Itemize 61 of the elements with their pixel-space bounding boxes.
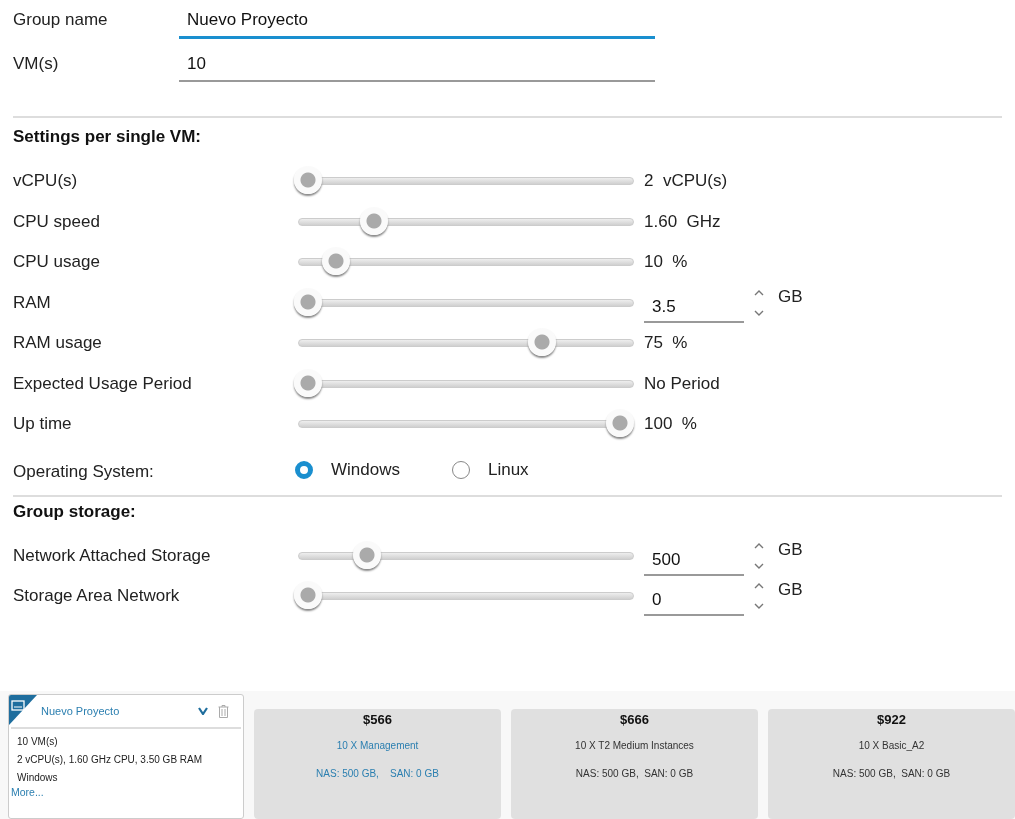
slider-thumb[interactable] — [294, 166, 322, 195]
setting-label: RAM — [13, 292, 52, 313]
slider-thumb[interactable] — [353, 540, 382, 569]
summary-line: 2 vCPU(s), 1.60 GHz CPU, 3.50 GB RAM — [16, 754, 204, 765]
slider-thumb[interactable] — [294, 581, 322, 610]
slider-thumb[interactable] — [606, 409, 634, 438]
instance-text: 10 X T2 Medium Instances — [575, 740, 694, 751]
price: $922 — [877, 712, 906, 727]
unit-label: GB — [778, 539, 803, 560]
storage-text: NAS: 500 GB, SAN: 0 GB — [832, 768, 951, 779]
setting-label: CPU speed — [13, 211, 101, 232]
field-label: VM(s) — [13, 53, 60, 74]
radio-option[interactable]: Windows — [295, 459, 400, 480]
radio-option[interactable]: Linux — [451, 459, 529, 480]
more-link[interactable]: More... — [9, 786, 243, 798]
unit-label: GB — [778, 580, 803, 600]
input-field[interactable]: Nuevo Proyecto — [179, 0, 655, 39]
number-input[interactable]: 3.5 — [644, 282, 744, 323]
instance-text: 10 X Management — [336, 740, 419, 751]
slider-reading: 2 vCPU(s) — [644, 171, 728, 192]
chevron-down-icon[interactable] — [198, 707, 208, 715]
slider-thumb[interactable] — [294, 368, 322, 397]
section-heading: Settings per single VM: — [13, 127, 201, 146]
storage-text: NAS: 500 GB, SAN: 0 GB — [575, 768, 694, 779]
price: $566 — [363, 712, 392, 727]
setting-label: Up time — [13, 414, 73, 435]
setting-label: vCPU(s) — [13, 171, 79, 192]
radio-button[interactable] — [295, 460, 313, 479]
summary-line: Windows — [16, 772, 59, 783]
price-card[interactable]: $566 10 X Management NAS: 500 GB, SAN: 0 GB — [254, 709, 501, 819]
group-title: Nuevo Proyecto — [41, 705, 121, 717]
setting-label: CPU usage — [13, 252, 101, 273]
slider-reading: 100 % — [644, 414, 697, 435]
input-field[interactable]: 10 — [179, 52, 655, 82]
slider-reading: 75 % — [644, 333, 688, 354]
slider[interactable] — [294, 368, 634, 399]
trash-icon[interactable] — [218, 704, 229, 718]
slider-reading: 1.60 GHz — [644, 211, 721, 232]
price: $666 — [620, 712, 649, 727]
field-label: Group name — [13, 9, 109, 30]
section-heading: Group storage: — [13, 501, 136, 521]
slider-thumb[interactable] — [322, 247, 351, 276]
number-input[interactable]: 0 — [644, 576, 744, 617]
setting-label: Expected Usage Period — [13, 373, 193, 394]
setting-label: RAM usage — [13, 333, 103, 354]
slider-thumb[interactable] — [359, 206, 388, 235]
os-label: Operating System: — [13, 461, 155, 482]
number-input[interactable]: 500 — [644, 535, 744, 576]
slider[interactable] — [294, 287, 634, 318]
storage-text: NAS: 500 GB, SAN: 0 GB — [316, 768, 439, 779]
slider-thumb[interactable] — [528, 328, 556, 357]
price-card[interactable]: $922 10 X Basic_A2 NAS: 500 GB, SAN: 0 GB — [768, 709, 1015, 819]
instance-text: 10 X Basic_A2 — [858, 740, 925, 751]
slider-reading: No Period — [644, 373, 720, 394]
unit-label: GB — [778, 286, 803, 307]
setting-label: Storage Area Network — [13, 586, 181, 607]
summary-line: 10 VM(s) — [16, 736, 59, 747]
slider-reading: 10 % — [644, 252, 688, 273]
slider-thumb[interactable] — [294, 287, 322, 316]
setting-label: Network Attached Storage — [13, 545, 212, 566]
price-card[interactable]: $666 10 X T2 Medium Instances NAS: 500 GB, SAN: 0 GB — [511, 709, 758, 819]
